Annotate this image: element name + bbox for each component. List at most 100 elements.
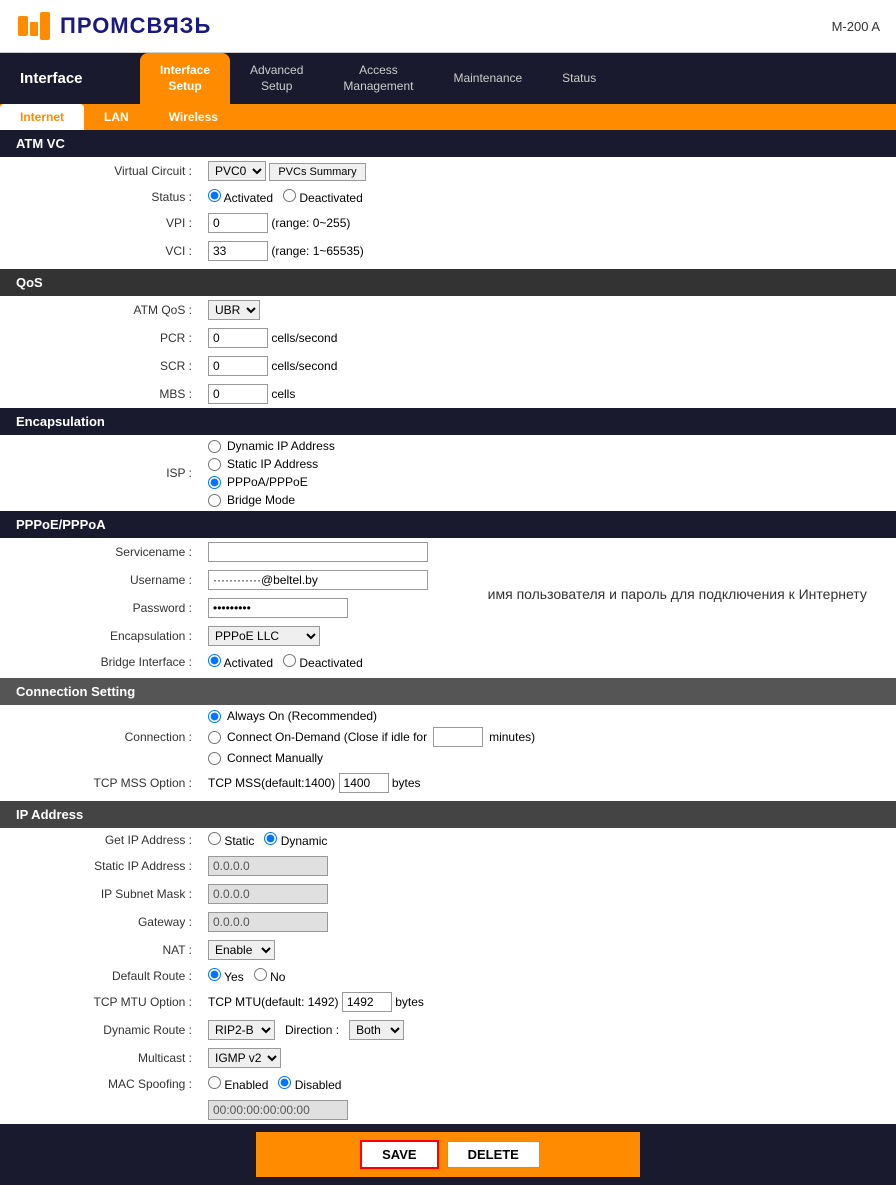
username-input[interactable]: [208, 570, 428, 590]
status-activated-radio[interactable]: Activated: [208, 191, 276, 205]
atm-qos-label: ATM QoS :: [0, 296, 200, 324]
content: ATM VC Virtual Circuit : PVC0 PVCs Summa…: [0, 130, 896, 1124]
subnet-mask-input[interactable]: [208, 884, 328, 904]
always-on-radio[interactable]: Always On (Recommended): [208, 709, 888, 723]
tcp-mtu-label: TCP MTU Option :: [0, 988, 200, 1016]
tcp-mss-option-label: TCP MSS Option :: [0, 769, 200, 797]
get-ip-dynamic-radio[interactable]: Dynamic: [264, 834, 327, 848]
mac-address-input[interactable]: [208, 1100, 348, 1120]
tcp-mtu-input[interactable]: [342, 992, 392, 1012]
encapsulation-table: ISP : Dynamic IP Address Static IP Addre…: [0, 435, 896, 511]
pvcs-summary-button[interactable]: PVCs Summary: [269, 163, 365, 181]
connection-label: Connection :: [0, 705, 200, 769]
pppoe-annotation: имя пользователя и пароль для подключени…: [488, 586, 867, 602]
logo-text: ПРОМСВЯЗЬ: [60, 13, 211, 39]
tcp-mtu-text: TCP MTU(default: 1492): [208, 995, 339, 1009]
encapsulation-select[interactable]: PPPoE LLC PPPoE VC-Mux PPPoA LLC PPPoA V…: [208, 626, 320, 646]
isp-pppoa-pppoe[interactable]: PPPoA/PPPoE: [208, 475, 888, 489]
get-ip-static-radio[interactable]: Static: [208, 834, 258, 848]
isp-label: ISP :: [0, 435, 200, 511]
qos-table: ATM QoS : UBR CBR VBR PCR : cells/second…: [0, 296, 896, 408]
tcp-mss-text: TCP MSS(default:1400): [208, 776, 335, 790]
vci-range: (range: 1~65535): [271, 244, 363, 258]
default-route-yes-label: Yes: [224, 970, 244, 984]
pppoe-table: Servicename : имя пользователя и пароль …: [0, 538, 896, 674]
bridge-activated-label: Activated: [224, 656, 273, 670]
bridge-deactivated-radio[interactable]: Deactivated: [283, 656, 363, 670]
virtual-circuit-label: Virtual Circuit :: [0, 157, 200, 185]
sub-nav-internet[interactable]: Internet: [0, 104, 84, 130]
vpi-range: (range: 0~255): [271, 216, 350, 230]
connection-table: Connection : Always On (Recommended) Con…: [0, 705, 896, 797]
scr-input[interactable]: [208, 356, 268, 376]
status-deactivated-radio[interactable]: Deactivated: [283, 191, 363, 205]
delete-button[interactable]: DELETE: [447, 1141, 540, 1168]
isp-bridge-mode[interactable]: Bridge Mode: [208, 493, 888, 507]
tab-maintenance[interactable]: Maintenance: [433, 53, 542, 104]
servicename-input[interactable]: [208, 542, 428, 562]
connection-setting-header: Connection Setting: [0, 678, 896, 705]
tab-status[interactable]: Status: [542, 53, 616, 104]
isp-options: Dynamic IP Address Static IP Address PPP…: [208, 439, 888, 507]
nav-tabs: InterfaceSetup AdvancedSetup AccessManag…: [140, 53, 896, 104]
servicename-label: Servicename :: [0, 538, 200, 566]
get-ip-label: Get IP Address :: [0, 828, 200, 852]
direction-label: Direction :: [285, 1023, 339, 1037]
default-route-no-radio[interactable]: No: [254, 970, 286, 984]
status-deactivated-label: Deactivated: [299, 191, 362, 205]
model-label: M-200 A: [832, 19, 880, 34]
password-label: Password :: [0, 594, 200, 622]
dynamic-route-select[interactable]: RIP2-B RIP1 RIP2-G: [208, 1020, 275, 1040]
pcr-input[interactable]: [208, 328, 268, 348]
mac-spoofing-disabled-radio[interactable]: Disabled: [278, 1078, 341, 1092]
bridge-activated-radio[interactable]: Activated: [208, 656, 276, 670]
mac-spoofing-label: MAC Spoofing :: [0, 1072, 200, 1096]
direction-select[interactable]: Both None In Out: [349, 1020, 404, 1040]
tcp-mtu-unit: bytes: [395, 995, 424, 1009]
tcp-mss-unit: bytes: [392, 776, 421, 790]
atm-vc-header: ATM VC: [0, 130, 896, 157]
tcp-mss-input[interactable]: [339, 773, 389, 793]
save-button[interactable]: SAVE: [360, 1140, 438, 1169]
username-label: Username :: [0, 566, 200, 594]
virtual-circuit-select[interactable]: PVC0: [208, 161, 266, 181]
connect-manually-radio[interactable]: Connect Manually: [208, 751, 888, 765]
get-ip-dynamic-label: Dynamic: [281, 834, 328, 848]
mbs-input[interactable]: [208, 384, 268, 404]
atm-qos-select[interactable]: UBR CBR VBR: [208, 300, 260, 320]
multicast-select[interactable]: IGMP v2 IGMP v1 Disabled: [208, 1048, 281, 1068]
mac-spoofing-enabled-label: Enabled: [224, 1078, 268, 1092]
multicast-label: Multicast :: [0, 1044, 200, 1072]
nat-label: NAT :: [0, 936, 200, 964]
vpi-input[interactable]: [208, 213, 268, 233]
vci-input[interactable]: [208, 241, 268, 261]
mac-spoofing-enabled-radio[interactable]: Enabled: [208, 1078, 272, 1092]
ip-address-header: IP Address: [0, 801, 896, 828]
sub-nav-wireless[interactable]: Wireless: [149, 104, 238, 130]
vpi-label: VPI :: [0, 209, 200, 237]
scr-unit: cells/second: [271, 359, 337, 373]
bridge-interface-label: Bridge Interface :: [0, 650, 200, 674]
scr-label: SCR :: [0, 352, 200, 380]
tab-interface-setup[interactable]: InterfaceSetup: [140, 53, 230, 104]
atm-vc-table: Virtual Circuit : PVC0 PVCs Summary Stat…: [0, 157, 896, 265]
connect-on-demand-radio[interactable]: Connect On-Demand (Close if idle for min…: [208, 727, 888, 747]
subnet-mask-label: IP Subnet Mask :: [0, 880, 200, 908]
password-input[interactable]: [208, 598, 348, 618]
tab-access-management[interactable]: AccessManagement: [323, 53, 433, 104]
default-route-yes-radio[interactable]: Yes: [208, 970, 247, 984]
isp-dynamic-ip[interactable]: Dynamic IP Address: [208, 439, 888, 453]
tab-advanced-setup[interactable]: AdvancedSetup: [230, 53, 323, 104]
nat-select[interactable]: Enable Disable: [208, 940, 275, 960]
sub-nav-lan[interactable]: LAN: [84, 104, 149, 130]
qos-header: QoS: [0, 269, 896, 296]
pppoe-pppoa-header: PPPoE/PPPoA: [0, 511, 896, 538]
logo-icon: [16, 8, 52, 44]
nav-bar: Interface InterfaceSetup AdvancedSetup A…: [0, 53, 896, 104]
idle-minutes-input[interactable]: [433, 727, 483, 747]
isp-static-ip[interactable]: Static IP Address: [208, 457, 888, 471]
footer-bar: SAVE DELETE: [0, 1124, 896, 1185]
vci-label: VCI :: [0, 237, 200, 265]
gateway-input[interactable]: [208, 912, 328, 932]
static-ip-input[interactable]: [208, 856, 328, 876]
